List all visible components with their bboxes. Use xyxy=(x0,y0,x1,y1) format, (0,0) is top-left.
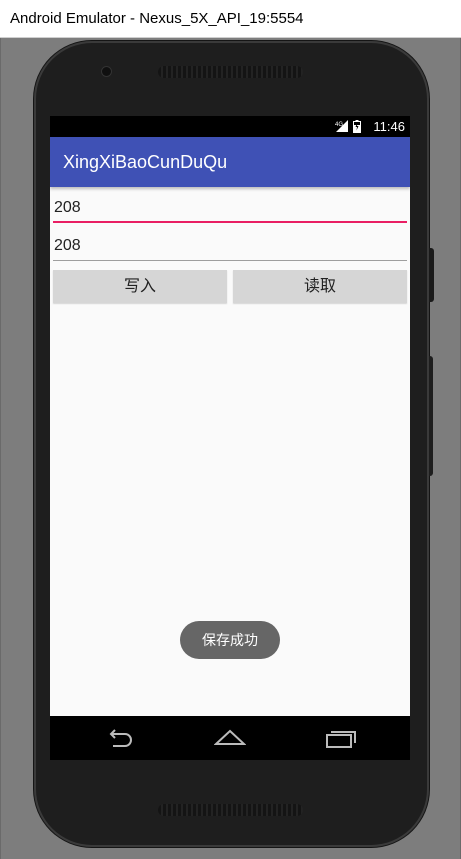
navigation-bar xyxy=(50,716,410,760)
battery-charging-icon xyxy=(353,120,361,133)
signal-4g-icon: 4G xyxy=(335,120,348,132)
app-title: XingXiBaoCunDuQu xyxy=(63,152,228,172)
device-screen: 4G 11:46 XingXiBaoCunDuQu 208 208 写入 读取 … xyxy=(50,116,410,760)
output-field-value: 208 xyxy=(54,237,81,254)
window-title-bar: Android Emulator - Nexus_5X_API_19:5554 xyxy=(0,0,461,38)
read-button[interactable]: 读取 xyxy=(233,270,407,303)
bottom-speaker-grille xyxy=(158,804,303,816)
app-bar: XingXiBaoCunDuQu xyxy=(50,137,410,187)
recents-icon[interactable] xyxy=(325,727,357,749)
window-title: Android Emulator - Nexus_5X_API_19:5554 xyxy=(10,10,304,27)
front-camera xyxy=(102,67,111,76)
top-speaker-grille xyxy=(158,66,303,78)
svg-text:4G: 4G xyxy=(335,122,343,128)
output-field[interactable]: 208 xyxy=(53,233,407,261)
status-bar: 4G 11:46 xyxy=(50,116,410,137)
home-icon[interactable] xyxy=(214,729,246,747)
toast-message: 保存成功 xyxy=(180,621,280,659)
input-field[interactable]: 208 xyxy=(53,195,407,223)
volume-button[interactable] xyxy=(429,356,433,476)
write-button[interactable]: 写入 xyxy=(53,270,227,303)
back-icon[interactable] xyxy=(105,728,135,748)
status-time: 11:46 xyxy=(373,119,405,134)
input-field-value: 208 xyxy=(54,199,81,216)
power-button[interactable] xyxy=(429,248,434,302)
